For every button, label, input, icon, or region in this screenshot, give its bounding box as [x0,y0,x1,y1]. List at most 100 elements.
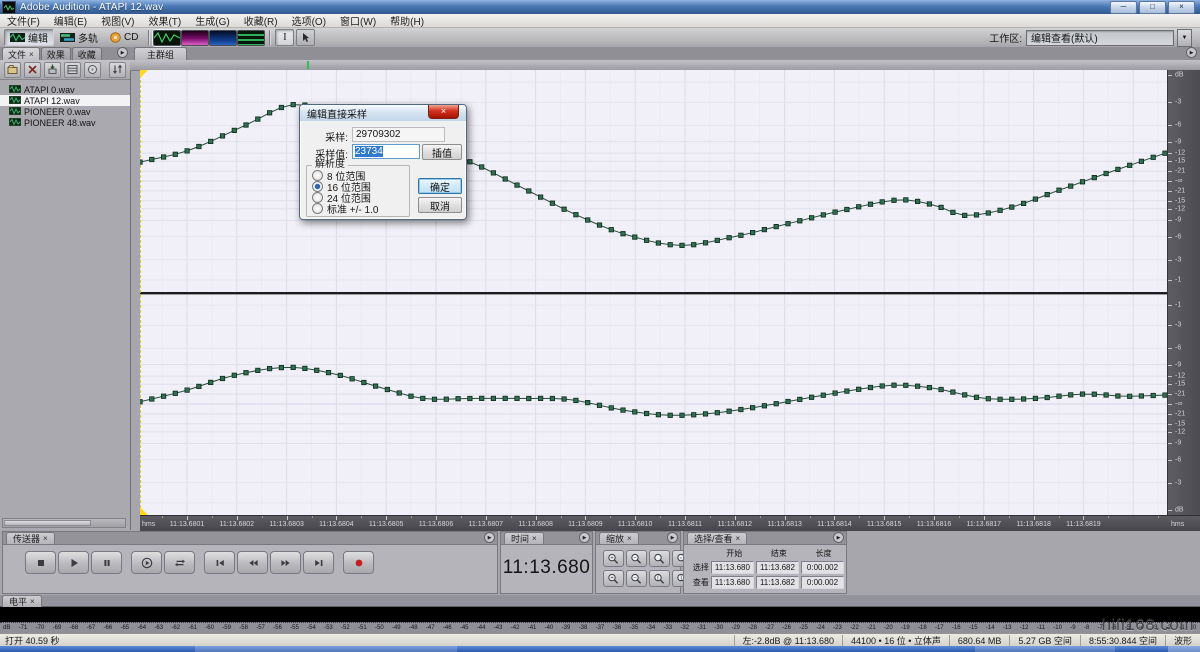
radio-button-icon[interactable] [312,181,323,192]
workspace-dropdown-arrow[interactable]: ▼ [1177,29,1192,47]
radio-button-icon[interactable] [312,170,323,181]
spectral-phase-button[interactable] [209,30,237,46]
amplitude-ruler[interactable]: dB-3-6-9-12-15-21-∞-21-15-12-9-6-3-1-1-3… [1167,70,1200,515]
scrub-tool[interactable] [296,29,315,46]
db-label: -15 [1175,158,1185,165]
transport-go-to-start-button[interactable] [204,551,235,574]
cd-view-button[interactable]: CD [104,29,144,46]
tab-time[interactable]: 时间× [504,532,544,544]
file-item-0[interactable]: ATAPI 0.wav [0,84,130,95]
multitrack-view-button[interactable]: 多轨 [54,29,104,46]
transport-play-looped-button[interactable] [131,551,162,574]
db-tick [1168,125,1172,126]
zoom-in-vertical-button[interactable]: + [603,570,624,587]
files-panel-tab-1[interactable]: 效果 [41,47,71,60]
time-value-field[interactable]: 11:13.680 [711,561,754,574]
close-file-button[interactable] [24,62,41,78]
tab-level[interactable]: 电平× [2,595,42,607]
panel-menu-icon[interactable]: ▶ [667,532,678,543]
cancel-button[interactable]: 取消 [418,197,462,213]
zoom-in-horizontal-button[interactable]: + [603,550,624,567]
zoom-out-vertical-button[interactable]: − [626,570,647,587]
transport-rewind-button[interactable] [237,551,268,574]
selected-text: 23734 [355,146,383,157]
tab-zoom[interactable]: 缩放× [599,532,639,544]
panel-menu-icon[interactable]: ▶ [484,532,495,543]
time-ruler-label: 11:13.6805 [369,521,404,528]
maximize-button[interactable]: □ [1139,1,1166,14]
sample-value-input[interactable]: 23734 [352,144,420,159]
ok-button[interactable]: 确定 [418,178,462,194]
playhead-tick[interactable] [307,61,309,69]
menu-item-1[interactable]: 编辑(E) [47,13,94,28]
interpolate-button[interactable]: 插值 [422,144,462,160]
zoom-out-horizontal-button[interactable]: − [626,550,647,567]
time-ruler-label: 11:13.6801 [170,521,205,528]
time-value-field[interactable]: 11:13.682 [756,561,799,574]
transport-tab-row: 传送器× ▶ [3,532,497,545]
files-panel-tab-2[interactable]: 收藏 [72,47,102,60]
minimize-button[interactable]: ─ [1110,1,1137,14]
time-value-field[interactable]: 11:13.682 [756,576,799,589]
dialog-close-button[interactable]: × [428,105,459,119]
radio-label: 标准 +/- 1.0 [327,201,378,216]
tab-selection-view[interactable]: 选择/查看× [687,532,747,544]
transport-record-button[interactable] [343,551,374,574]
transport-go-to-end-button[interactable] [303,551,334,574]
menu-item-7[interactable]: 窗口(W) [333,13,383,28]
tab-close-icon[interactable]: × [29,50,34,59]
panel-menu-icon[interactable]: ▶ [117,47,128,58]
files-panel-scrollbar[interactable] [2,518,126,528]
files-panel-tab-0[interactable]: 文件× [2,47,40,60]
workspace-dropdown[interactable]: 编辑查看(默认) [1026,30,1174,46]
transport-fast-forward-button[interactable] [270,551,301,574]
file-item-3[interactable]: PIONEER 48.wav [0,117,130,128]
transport-play-button[interactable] [58,551,89,574]
radio-button-icon[interactable] [312,192,323,203]
menu-item-6[interactable]: 选项(O) [285,13,333,28]
waveform-svg[interactable] [140,70,1167,515]
menu-item-4[interactable]: 生成(G) [188,13,236,28]
selection-start-marker-top[interactable] [140,70,148,78]
panel-menu-icon[interactable]: ▶ [579,532,590,543]
zoom-out-full-button[interactable] [649,550,670,567]
time-selection-tool[interactable]: I [275,29,294,46]
edit-view-button[interactable]: 编辑 [4,29,54,46]
transport-stop-button[interactable] [25,551,56,574]
magnifier-icon: + [607,573,620,585]
resolution-option-3[interactable]: 标准 +/- 1.0 [312,203,378,213]
file-item-1[interactable]: ATAPI 12.wav [0,95,130,106]
transport-loop-button[interactable] [164,551,195,574]
time-value-field[interactable]: 0:00.002 [801,561,844,574]
insert-cd-button[interactable] [84,62,101,78]
waveform-display-button[interactable] [153,30,181,46]
sort-button[interactable] [109,62,126,78]
waveform-icon [10,33,25,42]
menu-item-2[interactable]: 视图(V) [94,13,141,28]
file-item-2[interactable]: PIONEER 0.wav [0,106,130,117]
close-button[interactable]: × [1168,1,1195,14]
waveform-display[interactable] [140,70,1167,515]
radio-button-icon[interactable] [312,203,323,214]
selection-start-marker-bottom[interactable] [140,507,148,515]
menu-item-8[interactable]: 帮助(H) [383,13,431,28]
level-meter[interactable] [0,606,1200,623]
import-file-button[interactable] [44,62,61,78]
transport-pause-button[interactable] [91,551,122,574]
menu-item-5[interactable]: 收藏(R) [237,13,285,28]
selection-header-row: 开始结束长度 [686,548,846,559]
tab-transport[interactable]: 传送器× [6,532,55,544]
time-ruler[interactable]: hms11:13.680111:13.680211:13.680311:13.6… [140,515,1200,531]
menu-item-0[interactable]: 文件(F) [0,13,47,28]
spectral-pan-button[interactable] [237,30,265,46]
time-value-field[interactable]: 11:13.680 [711,576,754,589]
panel-menu-icon[interactable]: ▶ [1186,47,1197,58]
insert-multitrack-button[interactable] [64,62,81,78]
tab-main-group[interactable]: 主群组 [134,47,187,60]
panel-menu-icon[interactable]: ▶ [833,532,844,543]
open-file-button[interactable] [4,62,21,78]
time-value-field[interactable]: 0:00.002 [801,576,844,589]
spectral-frequency-button[interactable] [181,30,209,46]
zoom-to-selection-left-button[interactable]: [ [649,570,670,587]
menu-item-3[interactable]: 效果(T) [141,13,188,28]
